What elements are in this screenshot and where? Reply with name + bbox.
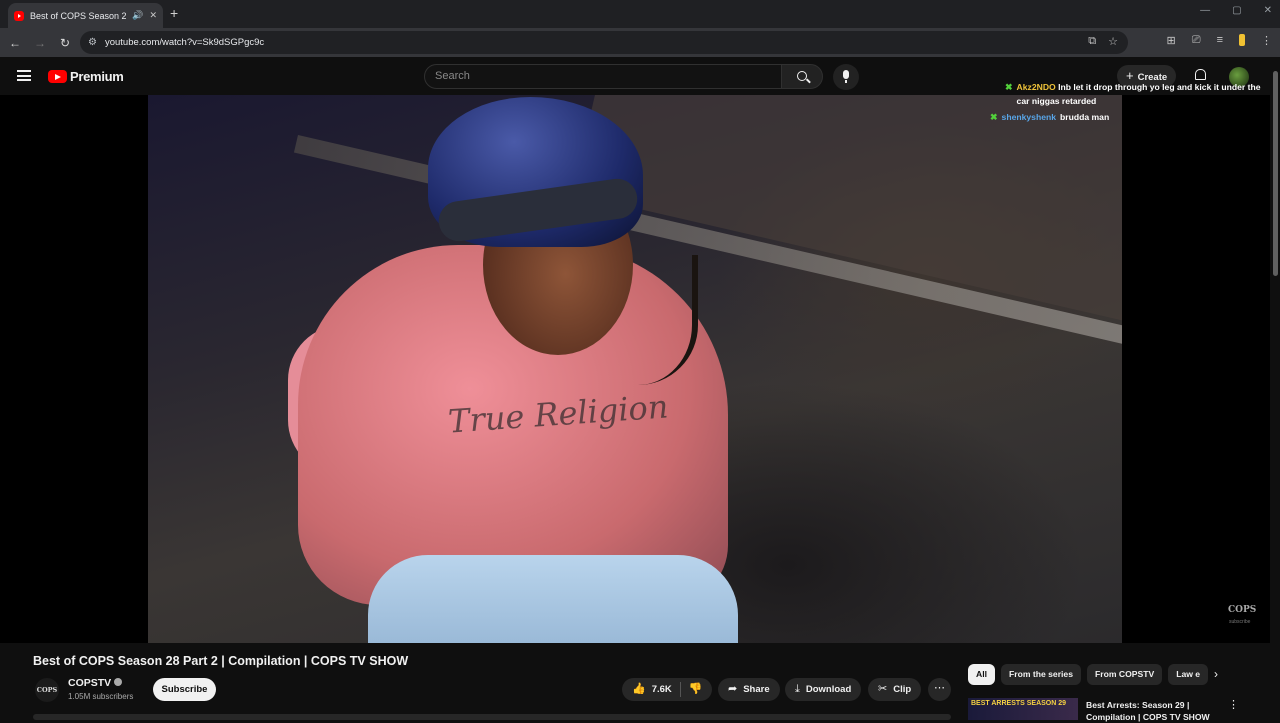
notifications-bell-icon[interactable] [1195, 69, 1206, 80]
search-icon [797, 71, 807, 81]
tab-title: Best of COPS Season 28 Pa [30, 10, 127, 21]
recommendation-chips: All From the series From COPSTV Law e [968, 664, 1208, 685]
chat-message: ✖ shenkyshenk brudda man [990, 110, 1275, 124]
window-controls: — ▢ ✕ [1200, 5, 1272, 16]
forward-icon[interactable]: → [30, 36, 50, 50]
recommendation-thumbnail[interactable]: BEST ARRESTS SEASON 29 [968, 698, 1078, 720]
chat-text: brudda man [1060, 112, 1110, 122]
chip-all[interactable]: All [968, 664, 995, 685]
channel-name-text: COPSTV [68, 677, 112, 689]
chat-overlay: ✖ Akz2NDO lnb let it drop through yo leg… [990, 80, 1275, 126]
url-text: youtube.com/watch?v=Sk9dSGPgc9c [104, 37, 265, 48]
hamburger-menu-icon[interactable] [17, 70, 31, 81]
clip-scissors-icon: ✂ [878, 683, 888, 695]
browser-toolbar: ← → ↻ ⚙ youtube.com/watch?v=Sk9dSGPgc9c … [0, 28, 1280, 57]
browser-menu-icon[interactable]: ⋮ [1261, 34, 1272, 47]
recommendation-menu-icon[interactable]: ⋮ [1228, 698, 1239, 711]
video-frame: True Religion [148, 95, 1122, 643]
video-person-pants [368, 555, 738, 643]
page-scrollbar[interactable] [1271, 57, 1280, 720]
search-input[interactable]: Search [424, 64, 782, 89]
download-label: Download [805, 684, 852, 695]
clip-button[interactable]: ✂ Clip [868, 678, 922, 701]
speaker-icon[interactable]: 🔊 [132, 10, 143, 21]
extension-icon[interactable] [1239, 34, 1245, 46]
bookmark-star-icon[interactable]: ☆ [1108, 35, 1118, 48]
youtube-logo[interactable]: Premium [48, 69, 124, 84]
dislike-icon[interactable]: 👎 [689, 678, 703, 701]
channel-avatar[interactable]: COPS [35, 678, 59, 702]
browser-tab[interactable]: Best of COPS Season 28 Pa 🔊 ✕ [8, 3, 163, 28]
recommendation-title[interactable]: Best Arrests: Season 29 | Compilation | … [1086, 699, 1226, 723]
chip-from-copstv[interactable]: From COPSTV [1086, 664, 1163, 685]
scrollbar-thumb[interactable] [1273, 71, 1278, 276]
voice-search-button[interactable] [833, 64, 859, 90]
share-label: Share [743, 684, 770, 695]
back-icon[interactable]: ← [5, 36, 25, 50]
install-app-icon[interactable]: ⧉ [1088, 35, 1096, 48]
site-info-icon[interactable]: ⚙ [88, 37, 97, 48]
chip-law-enforcement[interactable]: Law e [1168, 664, 1208, 685]
close-tab-icon[interactable]: ✕ [149, 10, 157, 21]
cops-watermark: COPS [1228, 605, 1257, 615]
minimize-icon[interactable]: — [1200, 5, 1210, 16]
chat-username: Akz2NDO [1016, 82, 1056, 92]
chat-message: ✖ Akz2NDO lnb let it drop through yo leg… [1005, 80, 1275, 108]
verified-icon [114, 678, 123, 686]
address-bar[interactable]: ⚙ youtube.com/watch?v=Sk9dSGPgc9c ⧉ ☆ [80, 31, 1128, 54]
logo-text: Premium [70, 69, 124, 84]
browser-tab-strip: Best of COPS Season 28 Pa 🔊 ✕ + — ▢ ✕ [0, 0, 1280, 28]
close-window-icon[interactable]: ✕ [1264, 5, 1272, 16]
download-icon: ⤓ [795, 683, 800, 695]
like-divider [679, 682, 681, 697]
tab-search-icon[interactable]: ⎚ [1192, 34, 1201, 47]
chat-badge-icon: ✖ [990, 112, 998, 122]
watermark-subscribe: subscribe [1229, 619, 1251, 625]
new-tab-icon[interactable]: + [170, 5, 178, 21]
description-box-edge [33, 714, 951, 720]
extensions-icon[interactable]: ⊞ [1167, 34, 1176, 47]
video-person-hair [578, 255, 698, 385]
youtube-favicon-icon [14, 10, 24, 21]
channel-name[interactable]: COPSTV [68, 677, 123, 689]
reload-icon[interactable]: ↻ [55, 36, 75, 50]
like-dislike-group: 👍 7.6K 👎 [622, 678, 713, 701]
video-title: Best of COPS Season 28 Part 2 | Compilat… [33, 654, 409, 668]
chat-badge-icon: ✖ [1005, 82, 1013, 92]
subscribe-button[interactable]: Subscribe [153, 678, 216, 701]
reading-list-icon[interactable]: ≡ [1217, 34, 1223, 47]
chip-from-the-series[interactable]: From the series [1000, 664, 1081, 685]
video-player[interactable]: True Religion [0, 95, 1270, 643]
youtube-play-icon [48, 70, 67, 83]
more-actions-icon[interactable]: ⋯ [928, 678, 951, 701]
subscriber-count: 1.05M subscribers [68, 692, 134, 701]
share-icon: ➦ [728, 683, 738, 695]
chat-username: shenkyshenk [1001, 112, 1057, 122]
microphone-icon [843, 70, 849, 83]
search-button[interactable] [781, 64, 823, 89]
share-button[interactable]: ➦ Share [718, 678, 780, 701]
like-icon[interactable]: 👍 [632, 678, 646, 701]
like-count[interactable]: 7.6K [652, 678, 672, 701]
download-button[interactable]: ⤓ Download [785, 678, 862, 701]
maximize-icon[interactable]: ▢ [1232, 5, 1241, 16]
thumbnail-text: BEST ARRESTS SEASON 29 [971, 700, 1067, 707]
clip-label: Clip [893, 684, 912, 695]
chevron-right-icon[interactable]: › [1214, 667, 1218, 681]
